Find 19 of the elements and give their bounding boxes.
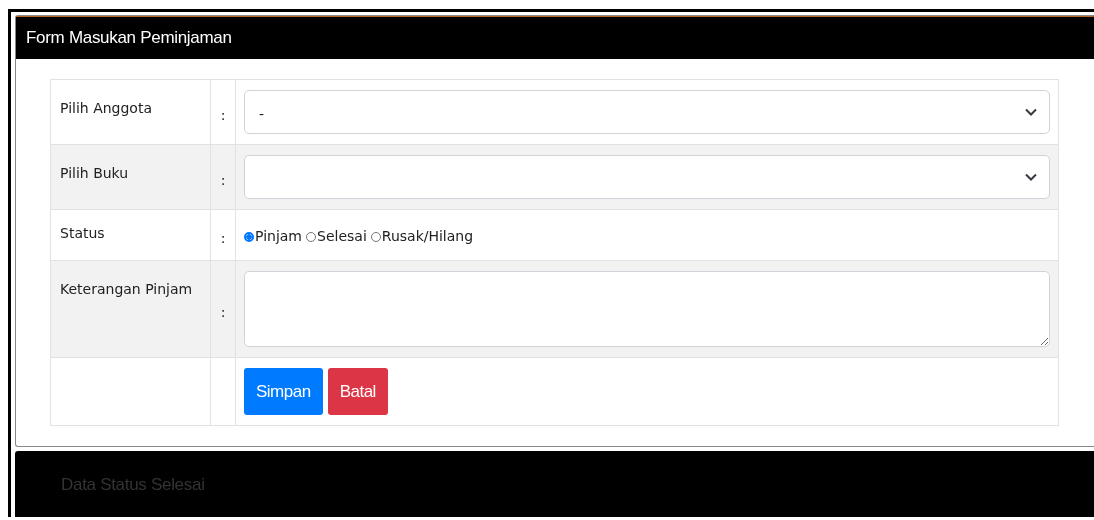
colon-separator: :	[220, 304, 226, 320]
save-button[interactable]: Simpan	[244, 368, 323, 415]
colon-separator: :	[220, 172, 226, 188]
field-label: Keterangan Pinjam	[60, 281, 193, 297]
colon-separator: :	[220, 107, 226, 123]
text-area[interactable]	[244, 271, 1050, 347]
chevron-down-icon	[1025, 173, 1037, 181]
chevron-down-icon	[1025, 108, 1037, 116]
radio-button[interactable]: Rusak/Hilang	[370, 228, 474, 244]
select-field[interactable]: -	[244, 90, 1050, 134]
radio-button[interactable]: Selesai	[306, 228, 367, 244]
field-label: Pilih Buku	[60, 165, 129, 181]
select-field[interactable]	[244, 155, 1050, 199]
field-label: Pilih Anggota	[60, 100, 152, 116]
panel-title: Form Masukan Peminjaman	[16, 16, 1094, 59]
colon-separator: :	[220, 230, 226, 246]
radio-button[interactable]: Pinjam	[244, 228, 302, 244]
cancel-button[interactable]: Batal	[327, 368, 388, 415]
field-label: Status	[60, 225, 105, 241]
